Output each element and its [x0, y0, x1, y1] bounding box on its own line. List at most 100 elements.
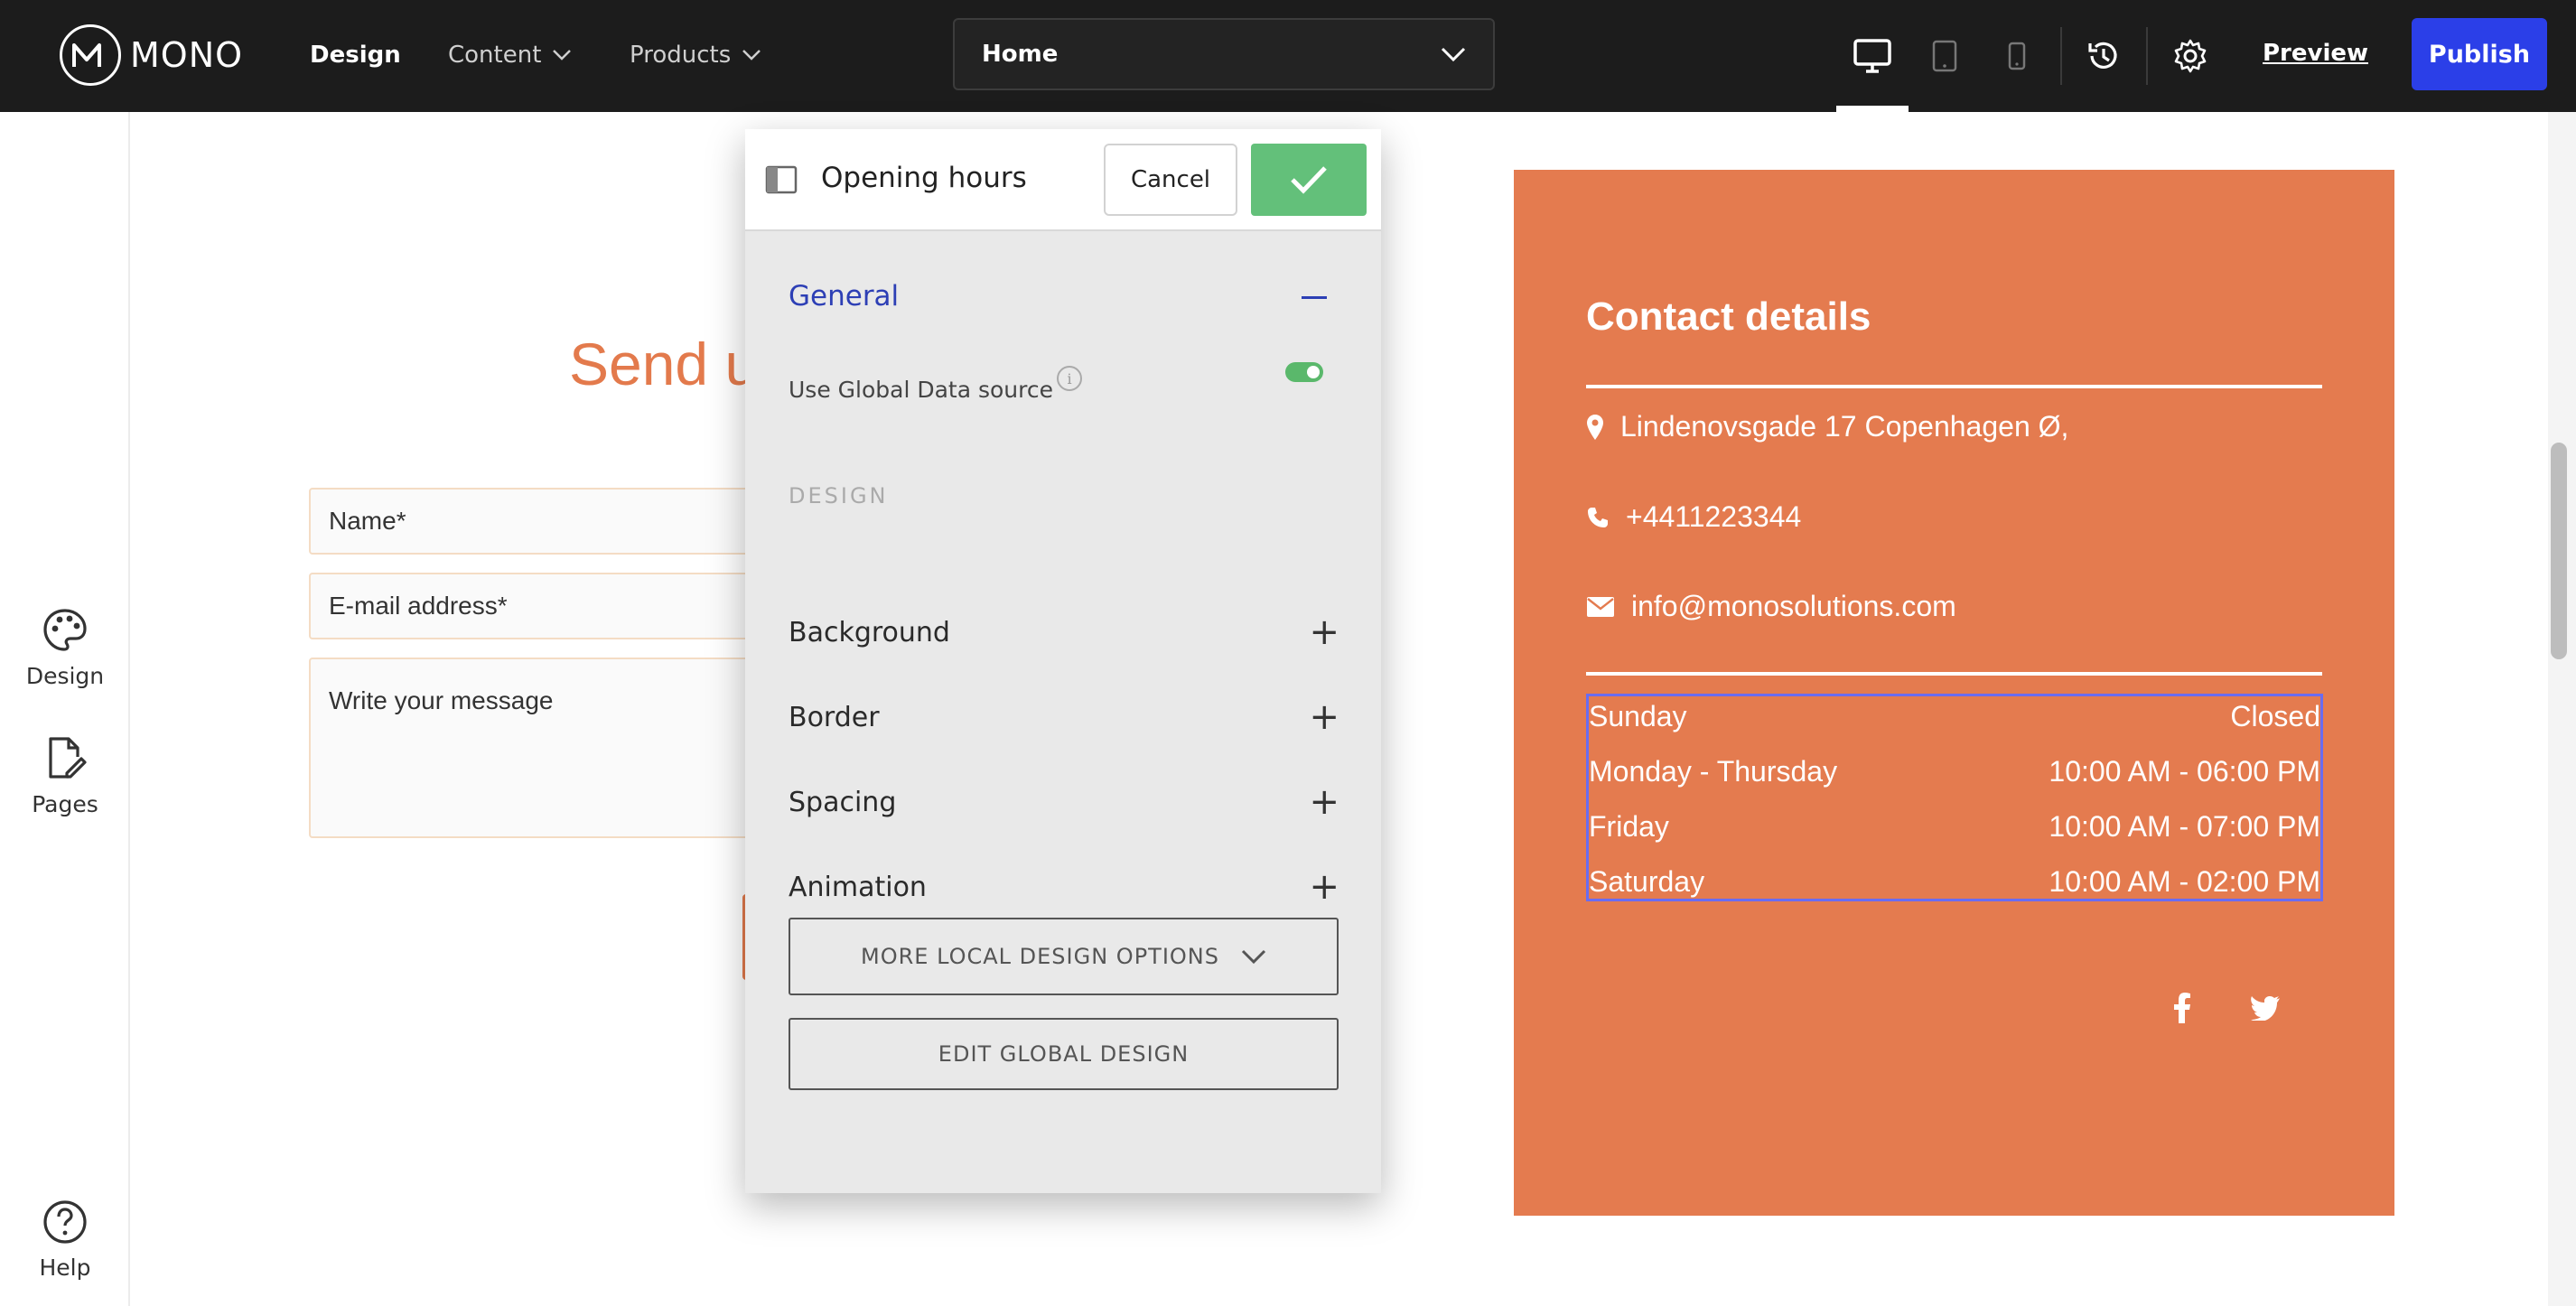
chevron-down-icon [742, 50, 761, 61]
phone-text: +4411223344 [1626, 500, 1802, 533]
tablet-view-button[interactable] [1918, 27, 1972, 85]
hours-row: Saturday 10:00 AM - 02:00 PM [1589, 865, 2320, 899]
hours-row: Monday - Thursday 10:00 AM - 06:00 PM [1589, 755, 2320, 788]
hours-day: Monday - Thursday [1589, 755, 1838, 788]
nav-products[interactable]: Products [630, 34, 761, 76]
logo-mark-icon [60, 24, 121, 86]
top-bar: MONO Design Content Products Home Previe… [0, 0, 2576, 112]
divider [1586, 385, 2322, 388]
panel-header: Opening hours Cancel [745, 129, 1381, 231]
contact-email[interactable]: info@monosolutions.com [1586, 590, 1956, 623]
sidebar-item-design[interactable]: Design [0, 607, 130, 689]
panel-dock-icon[interactable] [765, 165, 798, 194]
general-section-title[interactable]: General [789, 280, 899, 313]
message-field[interactable]: Write your message [309, 658, 779, 838]
page-select[interactable]: Home [953, 18, 1495, 90]
more-local-design-options-button[interactable]: MORE LOCAL DESIGN OPTIONS [789, 918, 1339, 995]
address-text: Lindenovsgade 17 Copenhagen Ø, [1620, 410, 2069, 443]
facebook-link[interactable] [2164, 990, 2200, 1026]
hours-day: Saturday [1589, 865, 1705, 898]
info-icon[interactable]: i [1057, 366, 1082, 391]
chevron-down-icon [1241, 949, 1266, 965]
hours-row: Sunday Closed [1589, 700, 2320, 733]
section-border[interactable]: Border + [789, 695, 1339, 740]
active-device-indicator [1836, 106, 1909, 112]
collapse-minus-icon[interactable] [1302, 296, 1327, 299]
nav-content-label: Content [448, 42, 542, 69]
opening-hours-widget[interactable]: Sunday Closed Monday - Thursday 10:00 AM… [1586, 694, 2323, 901]
palette-icon [43, 609, 87, 651]
hours-day: Sunday [1589, 700, 1687, 732]
settings-button[interactable] [2163, 27, 2217, 85]
toolbar-divider [2146, 27, 2148, 85]
name-field[interactable]: Name* [309, 488, 779, 555]
form-heading: Send u [569, 331, 759, 397]
help-icon [43, 1200, 87, 1244]
design-heading: DESIGN [789, 483, 889, 508]
contact-details-card[interactable]: Contact details Lindenovsgade 17 Copenha… [1514, 170, 2394, 1216]
section-background[interactable]: Background + [789, 610, 1339, 655]
section-animation[interactable]: Animation + [789, 864, 1339, 910]
contact-phone[interactable]: +4411223344 [1586, 500, 1801, 534]
mobile-view-button[interactable] [1990, 27, 2044, 85]
sidebar-item-label: Design [25, 663, 105, 689]
nav-design[interactable]: Design [310, 34, 401, 76]
global-data-source-toggle[interactable] [1285, 362, 1323, 382]
section-spacing[interactable]: Spacing + [789, 779, 1339, 825]
history-button[interactable] [2076, 27, 2130, 85]
email-placeholder: E-mail address* [329, 592, 508, 620]
name-placeholder: Name* [329, 507, 406, 535]
desktop-view-button[interactable] [1845, 27, 1899, 85]
toolbar-divider [2060, 27, 2062, 85]
chevron-down-icon [1441, 47, 1466, 62]
hours-time: 10:00 AM - 06:00 PM [2049, 755, 2320, 788]
page-select-value: Home [982, 41, 1059, 68]
plus-icon: + [1309, 781, 1339, 823]
edit-global-label: EDIT GLOBAL DESIGN [938, 1041, 1190, 1067]
section-title: Background [789, 616, 950, 648]
email-field[interactable]: E-mail address* [309, 573, 779, 639]
opening-hours-settings-panel: Opening hours Cancel General Use Global … [745, 129, 1381, 1193]
scrollbar-thumb[interactable] [2551, 443, 2567, 659]
nav-content[interactable]: Content [448, 34, 572, 76]
confirm-button[interactable] [1251, 144, 1367, 216]
phone-icon [1588, 507, 1608, 527]
logo-text: MONO [130, 35, 244, 75]
twitter-link[interactable] [2247, 990, 2283, 1026]
page-edit-icon [49, 737, 87, 779]
sidebar-item-label: Pages [32, 791, 98, 817]
section-title: Animation [789, 871, 927, 903]
history-icon [2088, 42, 2117, 69]
plus-icon: + [1309, 611, 1339, 653]
more-options-label: MORE LOCAL DESIGN OPTIONS [861, 944, 1219, 969]
facebook-icon [2174, 993, 2190, 1023]
section-title: Spacing [789, 786, 897, 818]
sidebar-item-label: Help [39, 1255, 91, 1281]
hours-time: Closed [2230, 700, 2320, 732]
nav-products-label: Products [630, 42, 732, 69]
preview-link[interactable]: Preview [2263, 40, 2368, 67]
contact-address: Lindenovsgade 17 Copenhagen Ø, [1586, 410, 2068, 443]
hours-time: 10:00 AM - 07:00 PM [2049, 810, 2320, 843]
divider [1586, 672, 2322, 676]
mobile-icon [2008, 42, 2026, 70]
email-text: info@monosolutions.com [1631, 590, 1956, 622]
desktop-icon [1853, 39, 1891, 73]
logo[interactable]: MONO [60, 23, 243, 88]
chevron-down-icon [553, 50, 572, 61]
plus-icon: + [1309, 866, 1339, 908]
hours-row: Friday 10:00 AM - 07:00 PM [1589, 810, 2320, 844]
mail-icon [1587, 596, 1614, 617]
hours-day: Friday [1589, 810, 1669, 843]
left-sidebar: Design Pages Help [0, 112, 130, 1306]
sidebar-item-pages[interactable]: Pages [0, 735, 130, 817]
canvas-scrollbar[interactable] [2548, 112, 2576, 1306]
twitter-icon [2251, 995, 2280, 1021]
global-data-source-label: Use Global Data source [789, 377, 1054, 403]
sidebar-item-help[interactable]: Help [0, 1199, 130, 1281]
plus-icon: + [1309, 696, 1339, 738]
checkmark-icon [1291, 166, 1327, 194]
edit-global-design-button[interactable]: EDIT GLOBAL DESIGN [789, 1018, 1339, 1090]
publish-button[interactable]: Publish [2412, 18, 2547, 90]
cancel-button[interactable]: Cancel [1104, 144, 1237, 216]
